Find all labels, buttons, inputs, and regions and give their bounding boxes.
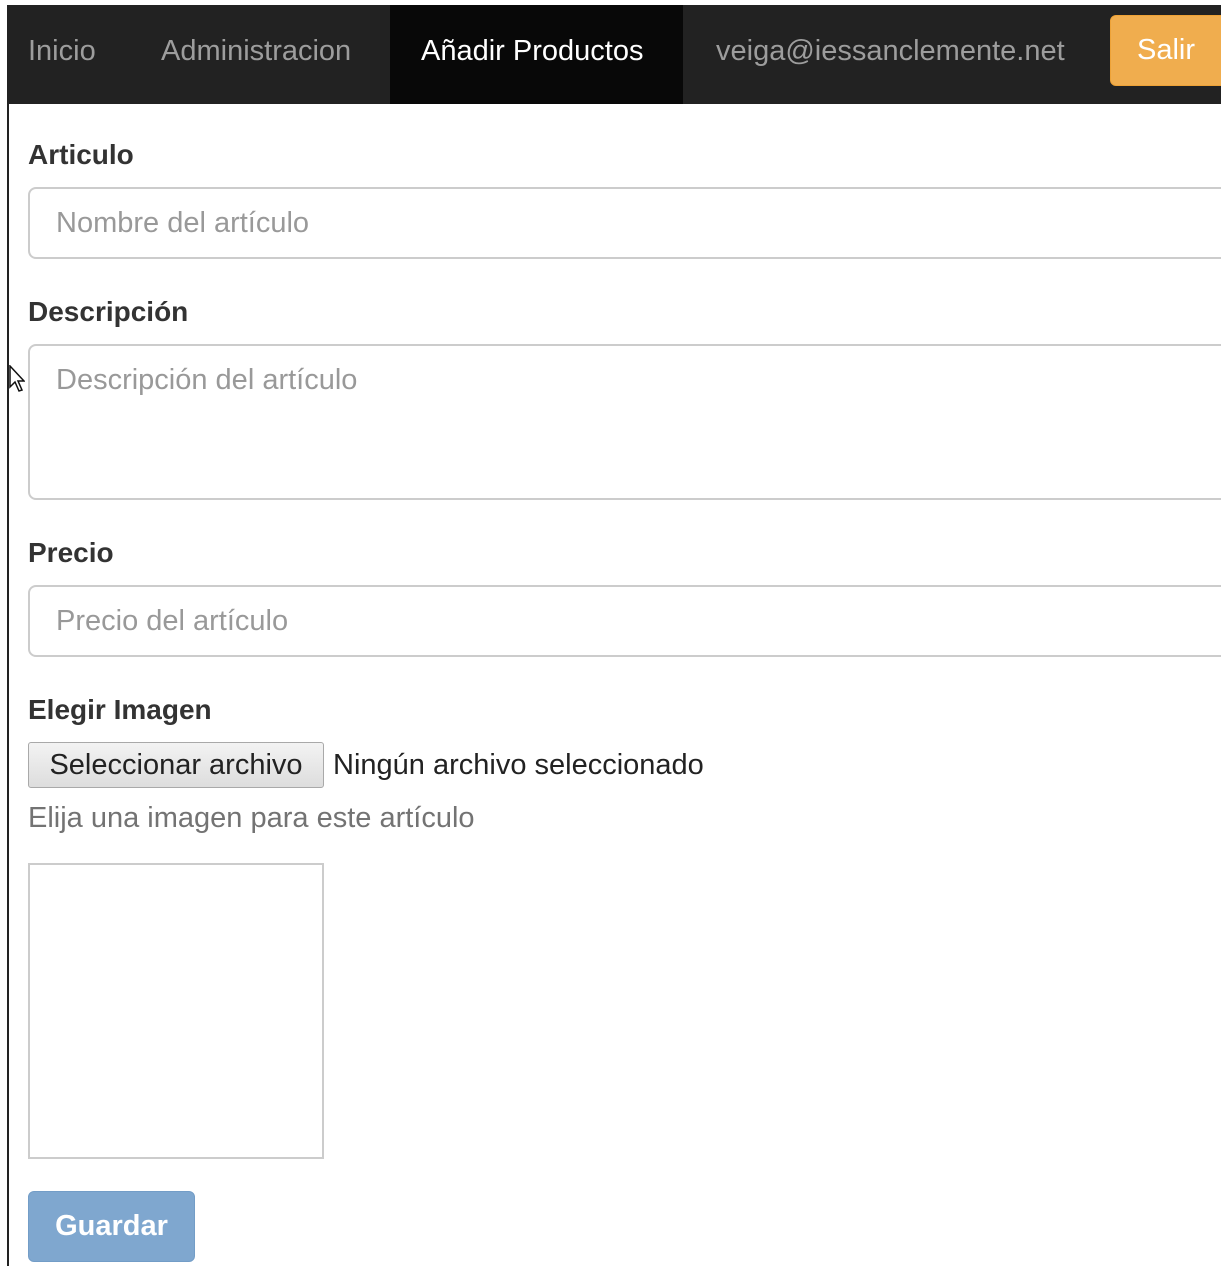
nav-item-user-email[interactable]: veiga@iessanclemente.net — [716, 5, 1065, 104]
file-status-text: Ningún archivo seleccionado — [333, 749, 704, 781]
nav-item-administracion[interactable]: Administracion — [161, 5, 351, 104]
descripcion-textarea[interactable] — [28, 344, 1221, 500]
mouse-cursor-icon — [9, 365, 25, 392]
save-button[interactable]: Guardar — [28, 1191, 195, 1262]
logout-button[interactable]: Salir — [1110, 15, 1221, 86]
articulo-label: Articulo — [28, 139, 134, 170]
nav-item-inicio[interactable]: Inicio — [28, 5, 96, 104]
page-frame: Inicio Administracion Añadir Productos v… — [7, 5, 1221, 1266]
descripcion-label: Descripción — [28, 296, 189, 327]
precio-input[interactable] — [28, 585, 1221, 657]
image-help-text: Elija una imagen para este artículo — [28, 802, 475, 834]
top-navbar: Inicio Administracion Añadir Productos v… — [9, 5, 1221, 104]
precio-label: Precio — [28, 537, 114, 568]
nav-item-anadir-productos[interactable]: Añadir Productos — [390, 5, 683, 104]
articulo-input[interactable] — [28, 187, 1221, 259]
imagen-label: Elegir Imagen — [28, 694, 212, 725]
image-preview — [28, 863, 324, 1159]
select-file-button[interactable]: Seleccionar archivo — [28, 742, 324, 788]
